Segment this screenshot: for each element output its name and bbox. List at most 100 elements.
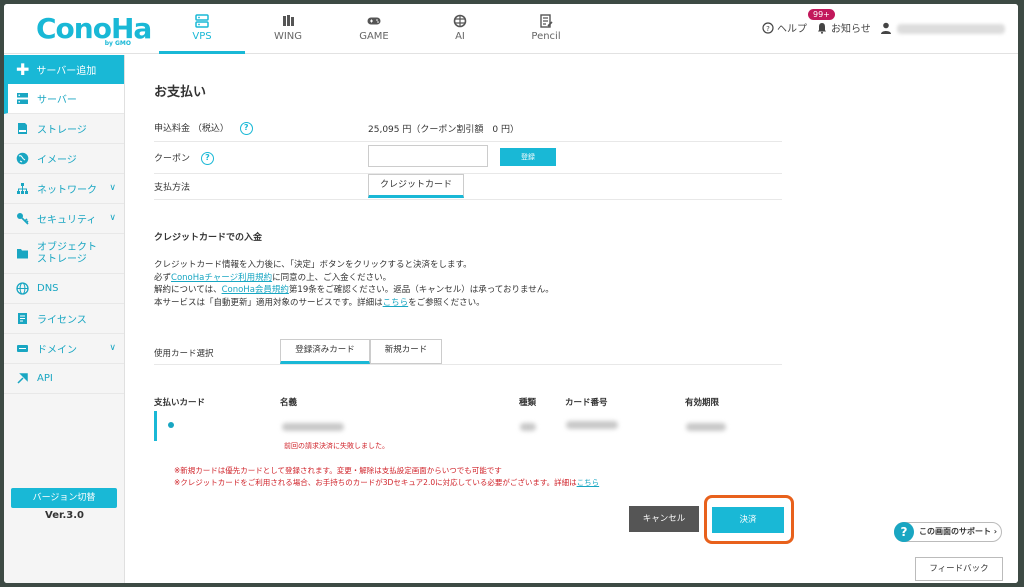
card-select-row	[154, 339, 782, 365]
version-switch-button[interactable]: バージョン切替	[11, 488, 117, 508]
sidebar-item-label: サーバー	[37, 95, 77, 106]
method-label: 支払方法	[154, 183, 191, 193]
cancel-button[interactable]: キャンセル	[629, 506, 699, 532]
section-title: クレジットカードでの入金	[154, 233, 263, 243]
col-header-type: 種類	[519, 398, 537, 408]
pencil-doc-icon	[540, 14, 553, 28]
text: に同意の上、ご入金ください。	[272, 272, 392, 283]
sidebar-item-network[interactable]: ネットワーク ∨	[4, 174, 124, 204]
question-icon[interactable]: ?	[239, 122, 253, 135]
user-name-redacted[interactable]	[897, 24, 1005, 34]
fee-row: 申込料金 （税込） ? 25,095 円（クーポン割引額 0 円）	[154, 114, 782, 142]
coupon-input[interactable]	[368, 145, 488, 167]
question-icon: ?	[894, 522, 914, 542]
selected-row-indicator	[154, 411, 157, 441]
page-title: お支払い	[154, 85, 207, 100]
sidebar-item-server[interactable]: サーバー	[4, 84, 124, 114]
tab-new-card[interactable]: 新規カード	[370, 339, 442, 364]
question-icon[interactable]: ?	[200, 152, 214, 165]
user-icon[interactable]	[880, 22, 892, 34]
app-window: ConoHa by GMO VPS WING GAME AI Pencil ? …	[4, 4, 1018, 583]
tab-vps[interactable]: VPS	[159, 4, 245, 54]
coupon-row: クーポン ? 登録	[154, 142, 782, 174]
submit-payment-button[interactable]: 決済	[712, 507, 784, 533]
support-label: この画面のサポート	[919, 527, 991, 536]
col-header-number: カード番号	[565, 398, 608, 408]
add-server-label: サーバー追加	[36, 66, 97, 77]
sidebar-item-license[interactable]: ライセンス	[4, 304, 124, 334]
sidebar-item-image[interactable]: イメージ	[4, 144, 124, 174]
help-label: ヘルプ	[777, 24, 807, 35]
sidebar-item-security[interactable]: セキュリティ ∨	[4, 204, 124, 234]
notification-badge: 99+	[808, 9, 835, 20]
member-terms-link[interactable]: ConoHa会員規約	[222, 285, 289, 295]
version-text: Ver.3.0	[45, 510, 84, 521]
tab-registered-card[interactable]: 登録済みカード	[280, 339, 370, 364]
tab-pencil-label: Pencil	[531, 31, 561, 42]
notice-label: お知らせ	[831, 24, 871, 35]
ai-chip-icon	[453, 14, 467, 28]
text: 第19条をご確認ください。返品（キャンセル）は承っておりません。	[288, 285, 554, 295]
coupon-register-button[interactable]: 登録	[500, 148, 556, 166]
auto-renew-details-link[interactable]: こちら	[383, 298, 409, 308]
sidebar-item-api[interactable]: API	[4, 364, 124, 394]
domain-icon	[17, 345, 28, 352]
tab-ai-label: AI	[455, 31, 465, 42]
notice-line-1: ※新規カードは優先カードとして登録されます。変更・解除は支払設定画面からいつでも…	[174, 466, 502, 475]
sidebar-item-label: API	[37, 373, 53, 384]
sidebar-item-domain[interactable]: ドメイン ∨	[4, 334, 124, 364]
sidebar-item-object-storage[interactable]: オブジェクト ストレージ	[4, 234, 124, 274]
folder-icon	[17, 249, 28, 259]
tab-game[interactable]: GAME	[331, 4, 417, 54]
feedback-button[interactable]: フィードバック	[915, 557, 1003, 581]
tab-wing[interactable]: WING	[245, 4, 331, 54]
add-server-button[interactable]: ✚ サーバー追加	[4, 55, 124, 84]
conoha-logo[interactable]: ConoHa by GMO	[36, 14, 152, 48]
notice-link[interactable]: お知らせ	[816, 20, 871, 35]
credit-card-tab[interactable]: クレジットカード	[368, 174, 464, 198]
tab-game-label: GAME	[359, 31, 389, 42]
sidebar-item-label: ネットワーク	[37, 185, 97, 196]
col-header-expiry: 有効期限	[685, 398, 720, 408]
instruction-line-2: 必ずConoHaチャージ利用規約に同意の上、ご入金ください。	[154, 272, 794, 285]
gamepad-icon	[367, 17, 381, 25]
instructions: クレジットカード情報を入力後に、「決定」ボタンをクリックすると決済をします。 必…	[154, 259, 794, 309]
sidebar-item-label: ストレージ	[37, 125, 87, 136]
svg-text:?: ?	[766, 25, 770, 33]
server-icon	[195, 14, 209, 28]
tab-ai[interactable]: AI	[417, 4, 503, 54]
text: をご参照ください。	[408, 297, 485, 308]
chevron-down-icon: ∨	[109, 213, 116, 223]
text: 解約については、	[154, 285, 222, 295]
screen-support-button[interactable]: ? この画面のサポート ›	[894, 522, 1002, 542]
notice-text: ※新規カードは優先カードとして登録されます。変更・解除は支払設定画面からいつでも…	[174, 465, 599, 489]
notice-line-2: ※クレジットカードをご利用される場合、お手持ちのカードが3Dセキュア2.0に対応…	[174, 477, 599, 489]
sidebar-item-label: イメージ	[37, 155, 77, 166]
key-icon	[17, 213, 29, 225]
payment-method-row: 支払方法 クレジットカード	[154, 174, 782, 200]
logo-sub: by GMO	[104, 40, 131, 47]
text: ※クレジットカードをご利用される場合、お手持ちのカードが3Dセキュア2.0に対応…	[174, 478, 577, 487]
tab-pencil[interactable]: Pencil	[503, 4, 589, 54]
sidebar-item-storage[interactable]: ストレージ	[4, 114, 124, 144]
card-type-redacted	[520, 423, 536, 431]
text: 必ず	[154, 272, 172, 283]
globe-image-icon	[16, 152, 29, 165]
card-expiry-redacted	[686, 423, 726, 431]
3dsecure-details-link[interactable]: こちら	[577, 478, 600, 487]
help-link[interactable]: ? ヘルプ	[762, 20, 807, 35]
card-number-redacted	[566, 421, 618, 429]
tab-vps-label: VPS	[192, 31, 212, 42]
chevron-right-icon: ›	[991, 527, 998, 536]
api-icon	[17, 373, 28, 384]
sidebar: ✚ サーバー追加 サーバー ストレージ イメージ ネットワーク ∨ セキュリティ…	[4, 55, 125, 583]
charge-terms-link[interactable]: ConoHaチャージ利用規約	[171, 273, 272, 283]
instruction-line-3: 解約については、ConoHa会員規約第19条をご確認ください。返品（キャンセル）…	[154, 284, 794, 297]
sidebar-item-label: セキュリティ	[37, 215, 97, 226]
card-radio[interactable]	[168, 422, 174, 428]
sidebar-item-dns[interactable]: DNS	[4, 274, 124, 304]
coupon-label-wrap: クーポン ?	[154, 151, 214, 165]
fee-label-wrap: 申込料金 （税込） ?	[154, 121, 253, 135]
instruction-line-1: クレジットカード情報を入力後に、「決定」ボタンをクリックすると決済をします。	[154, 260, 472, 270]
help-icon: ?	[762, 21, 774, 34]
